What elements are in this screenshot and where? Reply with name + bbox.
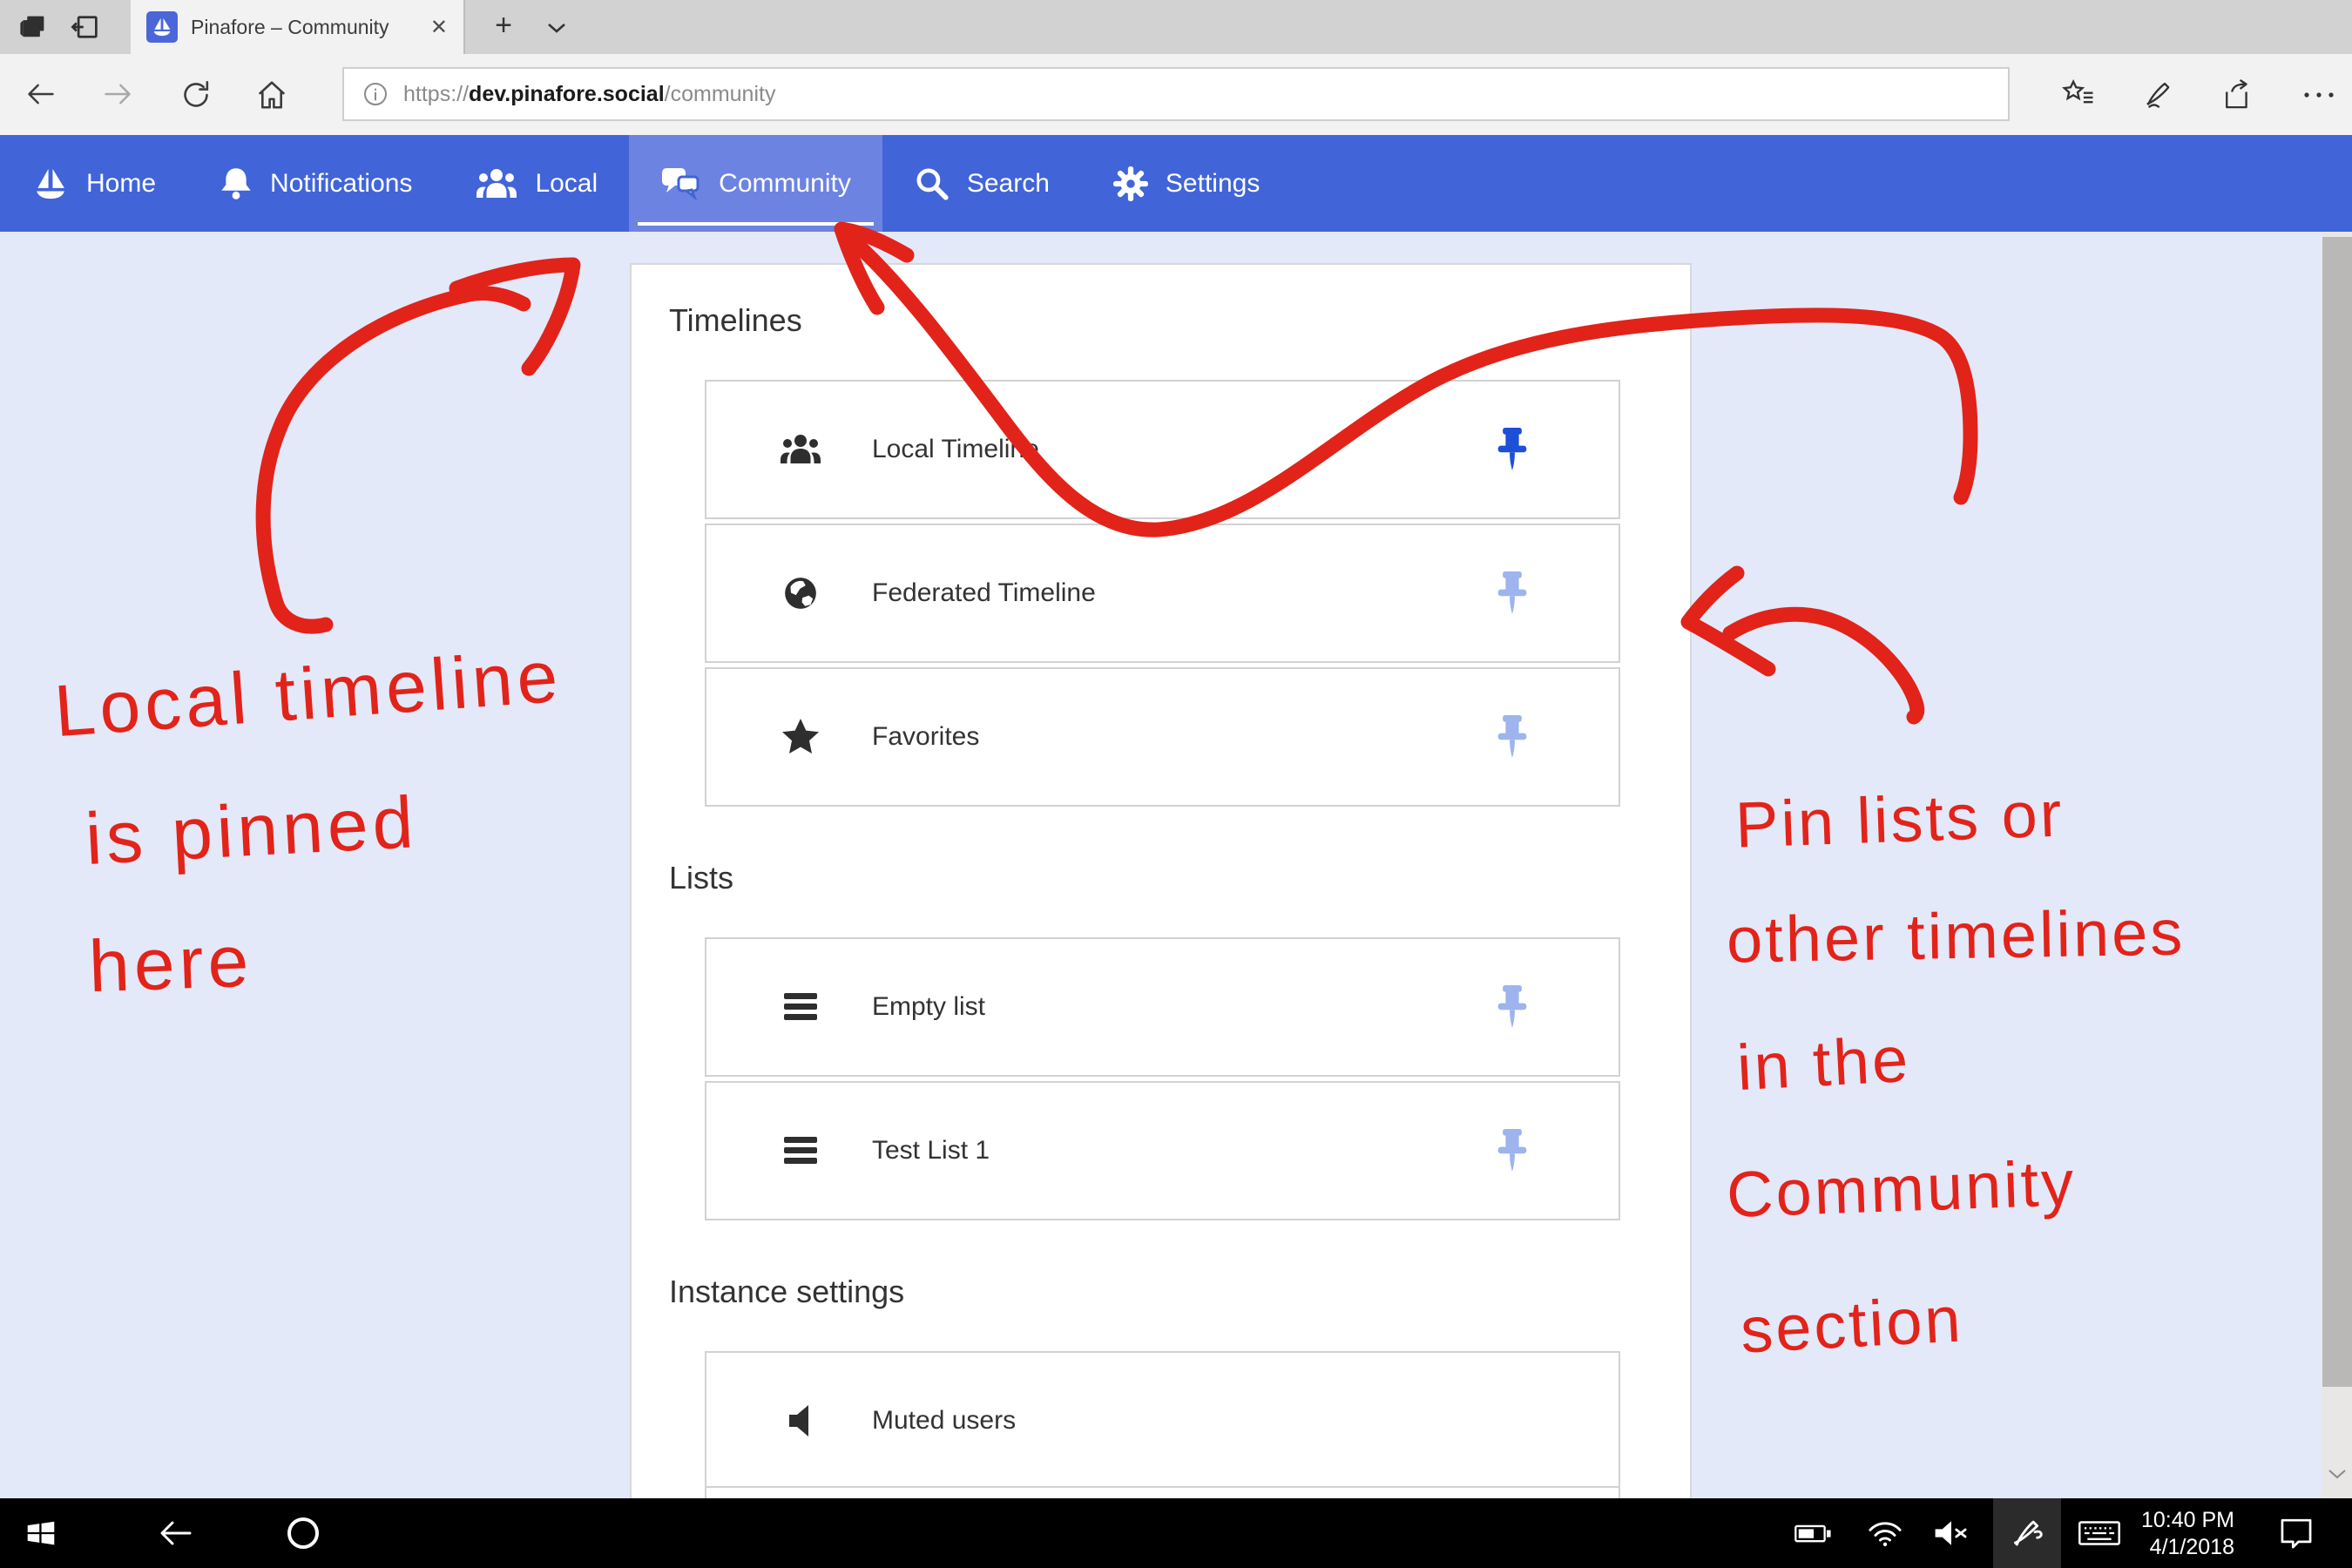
gear-icon — [1112, 166, 1149, 202]
section-title: Lists — [669, 859, 1690, 897]
battery-icon[interactable] — [1781, 1498, 1847, 1568]
web-notes-icon[interactable] — [2141, 78, 2176, 112]
back-icon[interactable] — [141, 1498, 211, 1568]
pin-icon[interactable] — [1495, 571, 1530, 615]
tab-preview-chevron-icon[interactable] — [542, 14, 571, 40]
annotation-right-line2: other timelines — [1726, 895, 2186, 977]
share-icon[interactable] — [2220, 78, 2254, 112]
list-item-label: Test List 1 — [872, 1136, 990, 1166]
list-item-partial[interactable] — [705, 1486, 1620, 1498]
pin-icon[interactable] — [1495, 428, 1530, 471]
browser-tab[interactable]: Pinafore – Community ✕ — [131, 0, 465, 54]
muted-volume-icon[interactable] — [1918, 1498, 1984, 1568]
windows-desktop: { "colors": { "nav_blue": "#4164d8", "na… — [0, 0, 2352, 1568]
annotation-left-line2: is pinned — [84, 780, 420, 882]
nav-item-community[interactable]: Community — [629, 135, 882, 232]
url-text: https://dev.pinafore.social/community — [403, 82, 775, 107]
refresh-icon[interactable] — [179, 78, 213, 112]
browser-address-bar: https://dev.pinafore.social/community — [0, 54, 2352, 135]
favorites-hub-icon[interactable] — [2061, 78, 2096, 112]
list-item-label: Favorites — [872, 722, 979, 752]
muted-speaker-icon — [778, 1403, 823, 1438]
info-icon[interactable] — [362, 80, 389, 108]
list-item[interactable]: Federated Timeline — [705, 524, 1620, 663]
tab-close-icon[interactable]: ✕ — [430, 15, 448, 40]
tab-title: Pinafore – Community — [191, 16, 422, 39]
list-item[interactable]: Muted users — [705, 1351, 1620, 1490]
windows-start-icon[interactable] — [10, 1498, 71, 1568]
annotation-right-line4: Community — [1726, 1146, 2078, 1232]
sailboat-icon — [31, 165, 70, 203]
list-item-label: Empty list — [872, 992, 985, 1022]
scrollbar-thumb[interactable] — [2322, 237, 2352, 1387]
section-rows: Empty list Test List 1 — [705, 937, 1620, 1220]
windows-ink-icon[interactable] — [1993, 1498, 2061, 1568]
scrollbar-down-icon[interactable] — [2327, 1467, 2348, 1481]
windows-taskbar: 10:40 PM 4/1/2018 — [0, 1498, 2352, 1568]
annotation-right-line1: Pin lists or — [1734, 776, 2065, 862]
community-page-card: Timelines Local Timeline Federated Timel… — [630, 263, 1692, 1498]
globe-icon — [778, 575, 823, 612]
pinafore-nav-bar: Home Notifications Local Community Searc… — [0, 135, 2352, 232]
browser-tab-strip: Pinafore – Community ✕ + — [0, 0, 2352, 54]
section-rows: Muted users — [705, 1351, 1620, 1490]
nav-item-search[interactable]: Search — [882, 135, 1081, 232]
page-scrollbar[interactable] — [2322, 232, 2352, 1498]
search-icon — [914, 166, 950, 202]
page-section: Timelines Local Timeline Federated Timel… — [632, 301, 1690, 807]
clock-date: 4/1/2018 — [2086, 1534, 2234, 1561]
annotation-right-line3: in the — [1735, 1022, 1912, 1105]
home-icon[interactable] — [254, 78, 289, 112]
pinafore-favicon — [146, 11, 178, 43]
taskbar-clock[interactable]: 10:40 PM 4/1/2018 — [2086, 1507, 2234, 1562]
list-item[interactable]: Local Timeline — [705, 380, 1620, 519]
people-icon — [475, 166, 518, 201]
page-section: Lists Empty list Test List 1 — [632, 859, 1690, 1220]
list-item-label: Muted users — [872, 1406, 1016, 1436]
bell-icon — [219, 165, 253, 203]
list-item[interactable]: Empty list — [705, 937, 1620, 1077]
clock-time: 10:40 PM — [2086, 1507, 2234, 1534]
section-title: Instance settings — [669, 1273, 1690, 1311]
chat-bubbles-icon — [660, 166, 702, 202]
list-icon — [778, 1135, 823, 1166]
pin-icon[interactable] — [1495, 1129, 1530, 1173]
new-tab-button[interactable]: + — [484, 9, 523, 43]
annotation-right-line5: section — [1739, 1281, 1965, 1367]
list-item[interactable]: Test List 1 — [705, 1081, 1620, 1220]
more-options-icon[interactable] — [2301, 89, 2336, 101]
nav-item-settings[interactable]: Settings — [1081, 135, 1291, 232]
list-item-label: Federated Timeline — [872, 578, 1096, 608]
wifi-icon[interactable] — [1854, 1498, 1916, 1568]
tab-preview-icon[interactable] — [59, 0, 112, 54]
list-item-label: Local Timeline — [872, 435, 1039, 464]
nav-item-local[interactable]: Local — [443, 135, 629, 232]
pin-icon[interactable] — [1495, 985, 1530, 1029]
section-rows: Local Timeline Federated Timeline Favori… — [705, 380, 1620, 807]
forward-icon[interactable] — [101, 78, 134, 110]
back-icon[interactable] — [24, 78, 57, 110]
annotation-left-line3: here — [87, 919, 253, 1010]
set-tabs-aside-icon[interactable] — [7, 0, 59, 54]
section-title: Timelines — [669, 301, 1690, 340]
list-item[interactable]: Favorites — [705, 667, 1620, 807]
pin-icon[interactable] — [1495, 715, 1530, 759]
cortana-icon[interactable] — [267, 1498, 340, 1568]
list-icon — [778, 991, 823, 1023]
nav-item-home[interactable]: Home — [0, 135, 187, 232]
action-center-icon[interactable] — [2261, 1498, 2331, 1568]
url-input[interactable]: https://dev.pinafore.social/community — [342, 67, 2010, 121]
page-section: Instance settings Muted users — [632, 1273, 1690, 1490]
star-icon — [778, 718, 823, 756]
people-icon — [778, 432, 823, 467]
nav-item-notifications[interactable]: Notifications — [187, 135, 443, 232]
